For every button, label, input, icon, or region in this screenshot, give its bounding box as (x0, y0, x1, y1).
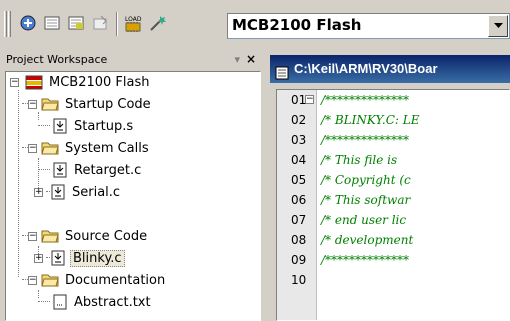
code-editor[interactable]: − 01 02 03 04 05 06 07 08 09 10 /*******… (276, 89, 510, 321)
chevron-down-icon[interactable] (488, 15, 508, 37)
project-icon (25, 74, 43, 90)
toolbar-separator (116, 12, 118, 36)
folder-open-icon (41, 273, 59, 287)
collapse-icon[interactable]: − (10, 77, 19, 87)
editor-title-bar[interactable]: C:\Keil\ARM\RV30\Boar (270, 55, 510, 83)
toolbar: LOAD MCB2100 Flash (0, 0, 510, 50)
collapse-icon[interactable]: − (28, 275, 37, 285)
tree-file-label-selected: Blinky.c (70, 249, 125, 267)
editor-window: C:\Keil\ARM\RV30\Boar − 01 02 03 04 05 0… (270, 55, 510, 321)
project-workspace-panel: Project Workspace ▾ × − MCB2100 Flash − (2, 51, 264, 321)
code-line[interactable]: /************** (321, 130, 409, 150)
code-line[interactable]: /************** (321, 250, 409, 270)
target-select-value: MCB2100 Flash (232, 16, 362, 34)
editor-title: C:\Keil\ARM\RV30\Boar (294, 61, 438, 76)
folder-open-icon (41, 97, 59, 111)
svg-text:LOAD: LOAD (125, 16, 142, 23)
target-select[interactable]: MCB2100 Flash (227, 13, 510, 39)
expand-icon[interactable]: + (34, 253, 43, 263)
build-icon[interactable] (42, 12, 62, 34)
translate-icon[interactable] (18, 12, 38, 34)
tree-group-label: Documentation (65, 272, 166, 288)
source-file-icon (52, 118, 68, 134)
collapse-icon[interactable]: − (28, 99, 37, 109)
line-number: 10 (291, 273, 307, 287)
tree-group-label: Source Code (65, 228, 148, 244)
rebuild-icon[interactable] (66, 12, 86, 34)
tree-file-serial-c[interactable]: + Serial.c (34, 182, 122, 202)
tree-file-label: Startup.s (74, 118, 134, 134)
download-icon[interactable]: LOAD (123, 12, 143, 34)
line-number: 01 (291, 93, 307, 107)
line-number: 06 (291, 193, 307, 207)
panel-title-bar: Project Workspace ▾ × (2, 51, 264, 68)
folder-open-icon (41, 141, 59, 155)
panel-title: Project Workspace (6, 53, 108, 66)
code-line[interactable]: /* This file is (321, 150, 397, 170)
tree-file-retarget-c[interactable]: Retarget.c (52, 160, 143, 180)
tree-file-startup-s[interactable]: Startup.s (52, 116, 135, 136)
tree-root[interactable]: − MCB2100 Flash (10, 72, 152, 92)
source-file-icon (50, 184, 66, 200)
tree-file-label: Serial.c (72, 184, 121, 200)
tree-group-label: System Calls (65, 140, 149, 156)
tree-group-source-code[interactable]: − Source Code (28, 226, 149, 246)
toolbar-grip[interactable] (4, 11, 7, 37)
code-line[interactable]: /* development (321, 230, 417, 250)
project-tree: − MCB2100 Flash − Startup Code Startup.s… (5, 71, 261, 321)
tree-file-blinky-c[interactable]: + Blinky.c (34, 248, 125, 268)
document-icon (275, 62, 289, 80)
code-line[interactable]: /* This softwar (321, 190, 410, 210)
tree-file-label: Abstract.txt (74, 294, 151, 310)
code-line[interactable]: /* BLINKY.C: LE (321, 110, 419, 130)
pin-icon[interactable]: ▾ (234, 51, 240, 68)
tree-group-documentation[interactable]: − Documentation (28, 270, 167, 290)
line-number: 03 (291, 133, 307, 147)
toolbar-grip[interactable] (8, 11, 11, 37)
code-line[interactable]: /* Copyright (c (321, 170, 411, 190)
tree-file-abstract-txt[interactable]: Abstract.txt (52, 292, 153, 312)
tree-group-system-calls[interactable]: − System Calls (28, 138, 151, 158)
options-icon[interactable] (148, 12, 168, 34)
line-number: 05 (291, 173, 307, 187)
stop-build-icon[interactable] (90, 12, 110, 34)
line-number: 02 (291, 113, 307, 127)
collapse-icon[interactable]: − (28, 143, 37, 153)
tree-file-label: Retarget.c (74, 162, 142, 178)
line-number: 04 (291, 153, 307, 167)
code-line[interactable]: /************** (321, 90, 409, 110)
folder-open-icon (41, 229, 59, 243)
close-icon[interactable]: × (246, 51, 256, 68)
code-line[interactable]: /* end user lic (321, 210, 406, 230)
line-number: 09 (291, 253, 307, 267)
source-file-icon (52, 162, 68, 178)
tree-root-label: MCB2100 Flash (49, 74, 150, 90)
line-number: 07 (291, 213, 307, 227)
line-number: 08 (291, 233, 307, 247)
text-file-icon (52, 294, 68, 310)
source-file-icon (50, 250, 66, 266)
tree-group-label: Startup Code (65, 96, 151, 112)
collapse-icon[interactable]: − (28, 231, 37, 241)
expand-icon[interactable]: + (34, 187, 43, 197)
tree-group-startup-code[interactable]: − Startup Code (28, 94, 153, 114)
